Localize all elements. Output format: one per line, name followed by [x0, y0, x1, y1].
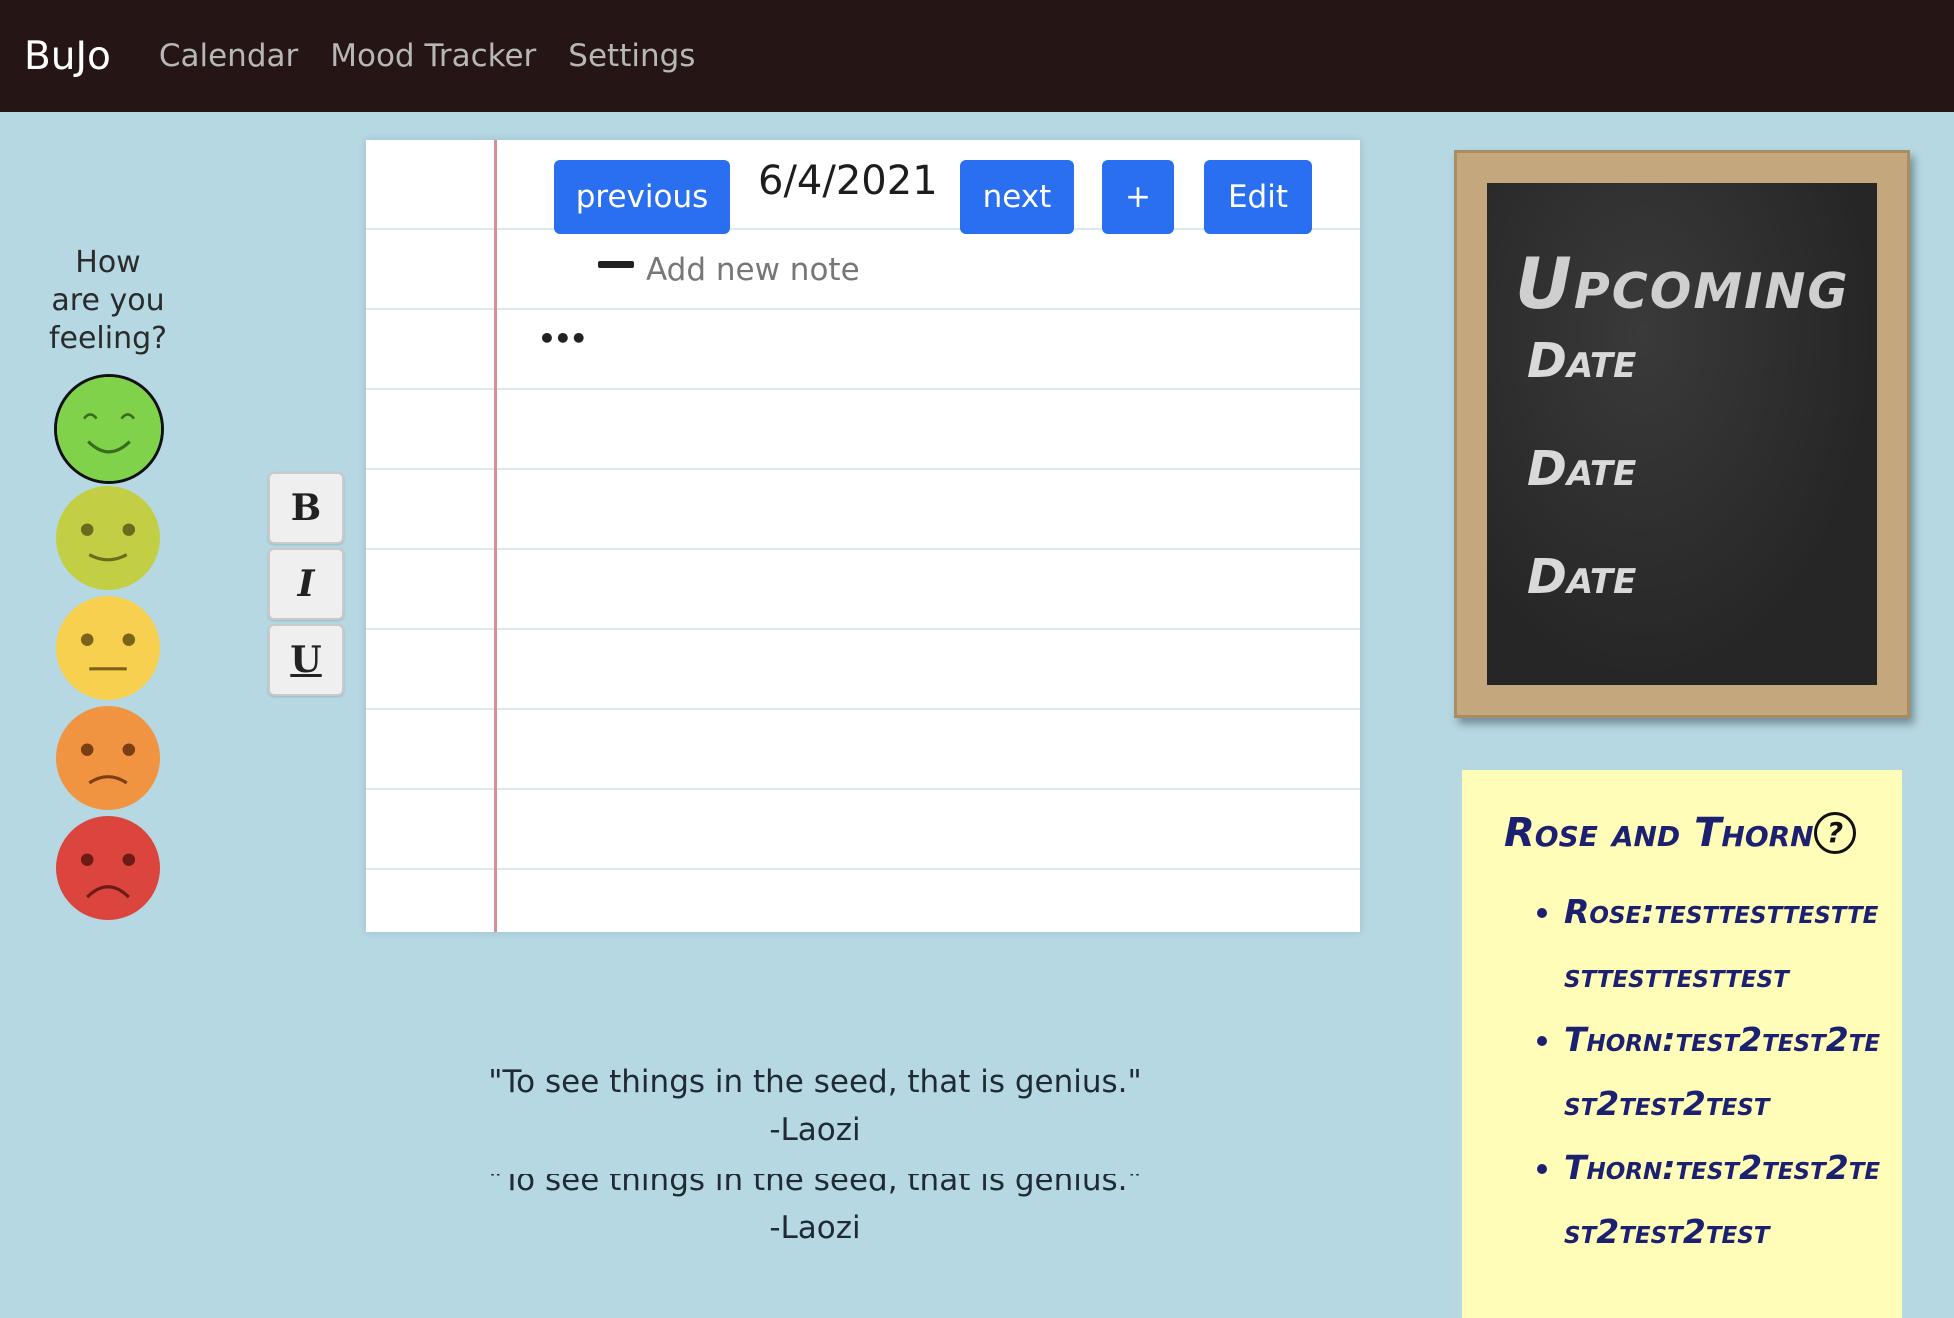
current-date: 6/4/2021: [758, 158, 938, 204]
upcoming-title: Upcoming: [1515, 243, 1850, 325]
sad-face-icon: [56, 706, 160, 810]
more-options-icon[interactable]: •••: [538, 322, 588, 355]
nav-link-calendar[interactable]: Calendar: [159, 38, 298, 74]
next-day-button[interactable]: next: [960, 160, 1074, 234]
mood-question-line: feeling?: [48, 321, 168, 356]
mood-question-line: How: [75, 245, 141, 280]
very-happy-face-icon: [57, 377, 161, 481]
mood-very-sad-button[interactable]: [56, 816, 160, 920]
rose-thorn-list: Rose:testtesttesttesttesttesttest Thorn:…: [1524, 880, 1884, 1264]
rose-item[interactable]: Rose:testtesttesttesttesttesttest: [1564, 880, 1884, 1008]
edit-button[interactable]: Edit: [1204, 160, 1312, 234]
quote-author: -Laozi: [769, 1210, 861, 1246]
daily-quote: "To see things in the seed, that is geni…: [400, 1058, 1230, 1154]
italic-button[interactable]: I: [268, 548, 344, 620]
help-question-icon[interactable]: ?: [1814, 812, 1856, 854]
mood-happy-button[interactable]: [56, 486, 160, 590]
very-sad-face-icon: [56, 816, 160, 920]
previous-day-button[interactable]: previous: [554, 160, 730, 234]
neutral-face-icon: [56, 596, 160, 700]
chalkboard-surface: Upcoming Date Date Date: [1487, 183, 1877, 685]
add-note-button[interactable]: +: [1102, 160, 1174, 234]
paper-margin-line: [494, 140, 497, 932]
quote-author: -Laozi: [769, 1112, 861, 1148]
upcoming-date-3[interactable]: Date: [1527, 549, 1636, 605]
mood-question: How are you feeling?: [38, 244, 178, 358]
upcoming-date-2[interactable]: Date: [1527, 441, 1636, 497]
brand-logo[interactable]: BuJo: [24, 34, 111, 79]
quote-text: "To see things in the seed, that is geni…: [488, 1162, 1142, 1198]
mood-question-line: are you: [51, 283, 165, 318]
note-bullet-dash-icon: [598, 261, 634, 268]
happy-face-icon: [56, 486, 160, 590]
rose-and-thorn-note: Rose and Thorn ? Rose:testtesttesttestte…: [1462, 770, 1902, 1318]
journal-notebook-page: [366, 140, 1360, 932]
mood-very-happy-button[interactable]: [54, 374, 164, 484]
mood-neutral-button[interactable]: [56, 596, 160, 700]
thorn-item[interactable]: Thorn:test2test2test2test2test: [1564, 1136, 1884, 1264]
mood-sad-button[interactable]: [56, 706, 160, 810]
nav-link-settings[interactable]: Settings: [568, 38, 695, 74]
new-note-input[interactable]: Add new note: [646, 252, 860, 288]
daily-quote-duplicate: "To see things in the seed, that is geni…: [400, 1162, 1230, 1252]
upcoming-date-1[interactable]: Date: [1527, 333, 1636, 389]
bold-button[interactable]: B: [268, 472, 344, 544]
rose-thorn-title: Rose and Thorn: [1504, 810, 1814, 856]
quote-text: "To see things in the seed, that is geni…: [488, 1064, 1142, 1100]
top-navbar: BuJo Calendar Mood Tracker Settings: [0, 0, 1954, 112]
nav-link-mood-tracker[interactable]: Mood Tracker: [330, 38, 536, 74]
underline-button[interactable]: U: [268, 624, 344, 696]
thorn-item[interactable]: Thorn:test2test2test2test2test: [1564, 1008, 1884, 1136]
upcoming-chalkboard: Upcoming Date Date Date: [1454, 150, 1910, 718]
